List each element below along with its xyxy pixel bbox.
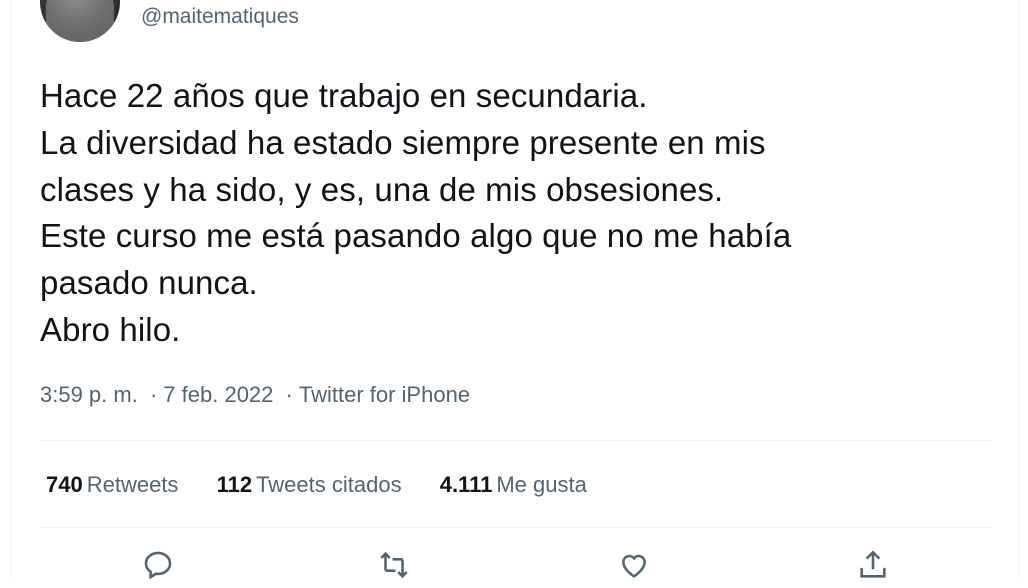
likes-count: 4.111 <box>439 472 493 497</box>
divider <box>40 440 992 441</box>
tweet-stats: 740 Retweets 112 Tweets citados 4.111 Me gu… <box>46 470 619 500</box>
share-icon <box>860 550 886 578</box>
divider <box>40 527 992 528</box>
tweet-text: Hace 22 años que trabajo en secundaria. … <box>40 73 1000 354</box>
share-button[interactable] <box>856 548 896 588</box>
quotes-stat[interactable]: 112 Tweets citados <box>217 470 402 500</box>
meta-separator: · <box>149 382 158 407</box>
retweets-stat[interactable]: 740 Retweets <box>46 470 178 500</box>
quotes-label: Tweets citados <box>256 472 402 497</box>
retweets-count: 740 <box>46 472 83 497</box>
column-border-left <box>10 0 11 578</box>
reply-icon <box>144 551 172 580</box>
likes-stat[interactable]: 4.111 Me gusta <box>440 470 587 500</box>
tweet-detail: @maitematiques Hace 22 años que trabajo … <box>0 0 1028 580</box>
quotes-count: 112 <box>216 472 253 497</box>
tweet-text-line: pasado nunca. <box>40 264 258 302</box>
tweet-text-line: Abro hilo. <box>40 310 181 348</box>
retweets-label: Retweets <box>86 472 179 497</box>
tweet-meta: 3:59 p. m. · 7 feb. 2022 · Twitter for iPh… <box>40 381 470 409</box>
tweet-date[interactable]: 7 feb. 2022 <box>163 382 273 407</box>
tweet-text-line: La diversidad ha estado siempre presente… <box>40 123 766 161</box>
retweet-icon <box>380 551 408 579</box>
tweet-text-line: clases y ha sido, y es, una de mis obses… <box>40 170 724 208</box>
author-handle[interactable]: @maitematiques <box>141 4 299 30</box>
tweet-text-line: Hace 22 años que trabajo en secundaria. <box>40 77 648 114</box>
like-button[interactable] <box>617 548 657 588</box>
tweet-text-line: Este curso me está pasando algo que no m… <box>40 217 792 255</box>
action-bar <box>0 548 1028 580</box>
column-border-right <box>1018 0 1019 578</box>
avatar-photo <box>46 0 114 42</box>
avatar[interactable] <box>40 0 120 42</box>
reply-button[interactable] <box>141 548 181 588</box>
tweet-source[interactable]: Twitter for iPhone <box>299 382 470 407</box>
tweet-time[interactable]: 3:59 p. m. <box>40 382 138 407</box>
retweet-button[interactable] <box>377 548 417 588</box>
meta-separator: · <box>285 382 293 407</box>
likes-label: Me gusta <box>496 472 587 497</box>
like-icon <box>622 554 646 578</box>
